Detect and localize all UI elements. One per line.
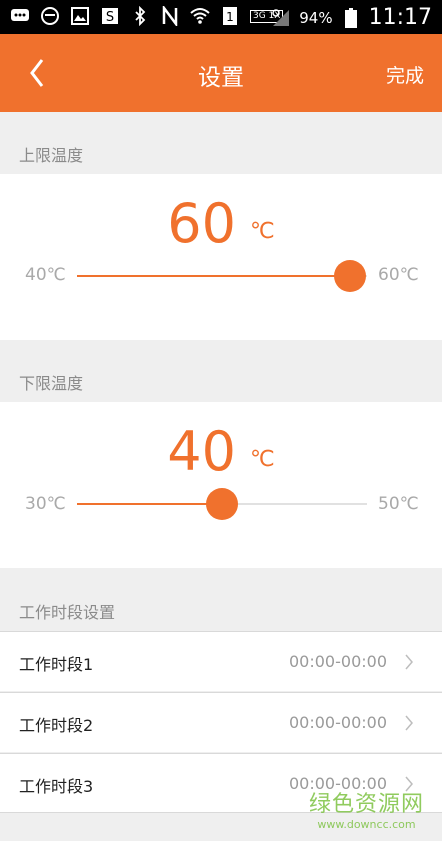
upper-limit-slider[interactable] [77,260,367,292]
lower-limit-value: 40 [167,420,236,483]
upper-limit-card: 60 ℃ 40℃ 60℃ [0,174,442,340]
done-button[interactable]: 完成 [386,61,424,88]
svg-text:1: 1 [226,10,234,24]
wifi-icon [190,6,210,26]
work-period-time: 00:00-00:00 [289,652,387,671]
chevron-right-icon [405,715,413,731]
image-icon [70,6,90,26]
face-icon [40,6,60,26]
lower-limit-card: 40 ℃ 30℃ 50℃ [0,402,442,568]
nfc-icon [160,6,180,26]
lower-limit-unit: ℃ [250,446,275,472]
upper-limit-slider-thumb[interactable] [333,260,366,292]
watermark-url: www.downcc.com [317,818,416,831]
upper-limit-display: 60 ℃ [0,192,442,255]
battery-icon [341,7,361,28]
lower-limit-slider-fill [77,503,222,505]
upper-limit-unit: ℃ [250,218,275,244]
lower-limit-min-label: 30℃ [25,494,66,514]
upper-limit-max-label: 60℃ [378,265,419,285]
upper-limit-slider-fill [77,275,350,277]
svg-text:S: S [106,10,114,25]
app-s-icon: S [100,6,120,26]
bluetooth-icon [130,6,150,26]
notification-icons: S 1 3G 1X [10,6,284,26]
work-period-label: 工作时段1 [19,655,94,674]
upper-limit-value: 60 [167,192,236,255]
app-header: 设置 完成 [0,34,442,112]
page-title: 设置 [198,65,244,91]
battery-percent: 94% [299,8,333,27]
work-period-time: 00:00-00:00 [289,713,387,732]
work-period-label: 工作时段2 [19,716,94,735]
work-period-label: 工作时段3 [19,777,94,796]
chat-icon [10,6,30,26]
lower-limit-slider-thumb[interactable] [206,488,238,520]
no-sim-icon [271,8,291,28]
sim-1-icon: 1 [220,6,240,26]
chevron-right-icon [405,654,413,670]
lower-limit-section-title: 下限温度 [19,374,84,393]
watermark-brand: 绿色资源网 [308,792,424,817]
watermark: 绿色资源网 www.downcc.com [309,786,424,831]
status-bar: S 1 3G 1X 94% 11:17 [0,0,442,34]
lower-limit-max-label: 50℃ [378,494,419,514]
upper-limit-min-label: 40℃ [25,265,66,285]
clock: 11:17 [368,5,432,30]
lower-limit-slider[interactable] [77,488,367,520]
work-period-item-1[interactable]: 工作时段1 00:00-00:00 [0,631,442,691]
work-periods-section-title: 工作时段设置 [19,603,116,622]
upper-limit-section-title: 上限温度 [19,146,84,165]
system-status: 94% 11:17 [271,5,432,30]
work-period-item-2[interactable]: 工作时段2 00:00-00:00 [0,692,442,752]
lower-limit-display: 40 ℃ [0,420,442,483]
